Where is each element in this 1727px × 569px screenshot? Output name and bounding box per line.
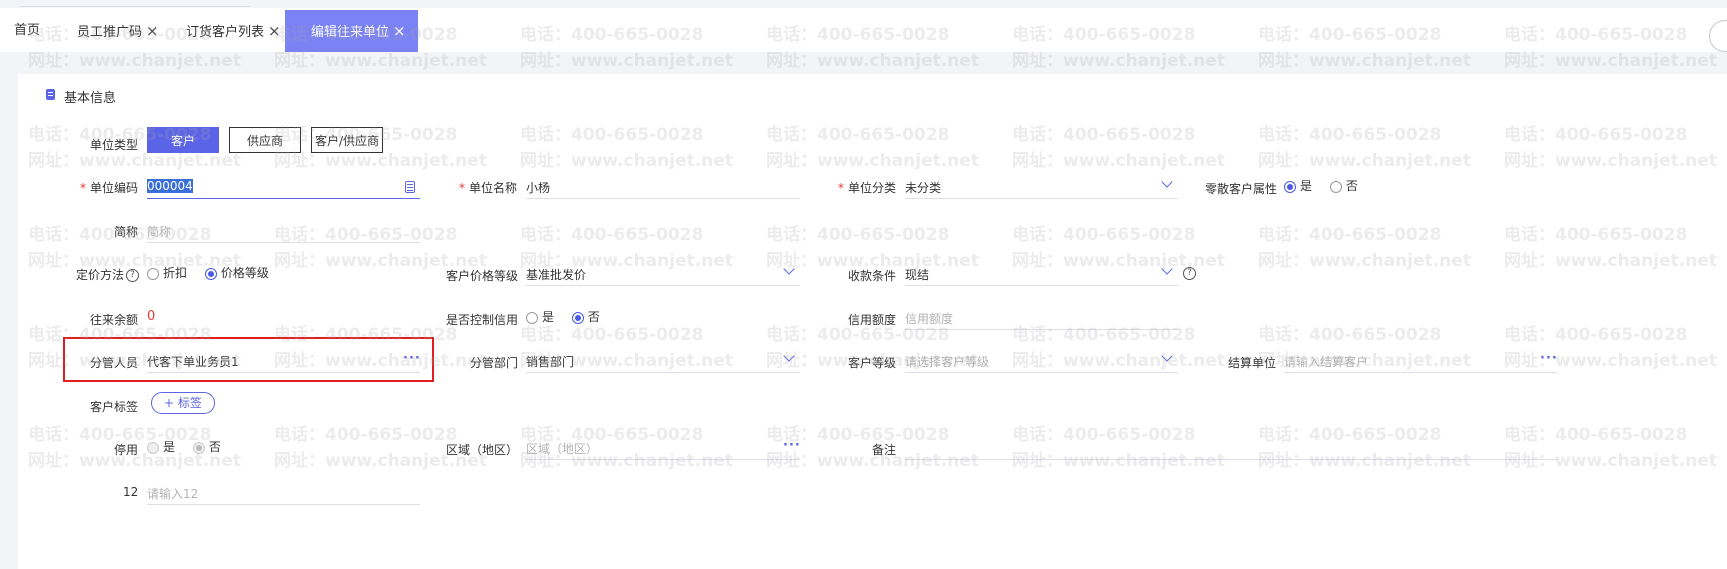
radio-checked-icon[interactable] [204,267,217,280]
pricing-method-label: 定价方法? [76,266,140,283]
search-underline [20,0,250,7]
unit-name-input[interactable]: 小杨 [526,179,550,196]
disabled-no[interactable]: 否 [192,438,221,455]
radio-icon[interactable] [147,267,159,280]
retail-attr-no[interactable]: 否 [1329,177,1358,194]
highlight-box [63,337,434,382]
field12-label: 12 [123,485,139,499]
balance-value: 0 [147,309,156,324]
radio-checked-icon[interactable] [1284,180,1296,193]
credit-limit-input[interactable]: 信用额度 [905,310,953,327]
short-name-input[interactable]: 简称 [147,223,171,240]
help-icon[interactable]: ? [1183,267,1196,280]
customer-tag-label: 客户标签 [90,400,139,414]
unit-type-customer-button[interactable]: 客户 [147,127,219,153]
retail-attr-label: 零散客户属性 [1205,182,1278,196]
unit-category-underline [905,198,1178,199]
add-tag-button[interactable]: + 标签 [151,392,215,414]
tab-home[interactable]: 首页 [14,10,40,52]
top-strip [0,0,1727,8]
region-input[interactable]: 区域（地区） [526,440,598,457]
tab-order-customer-list[interactable]: 订货客户列表 × [186,10,281,52]
settlement-unit-label: 结算单位 [1228,356,1277,370]
pricing-method-discount[interactable]: 折扣 [147,264,187,281]
tab-bar: 首页 员工推广码 × 订货客户列表 × 编辑往来单位 × [0,8,1727,52]
avatar[interactable] [1709,20,1727,52]
more-icon[interactable]: ··· [1540,351,1558,366]
short-name-underline [147,242,420,243]
customer-level-underline [905,372,1178,373]
document-icon [46,89,55,100]
help-icon[interactable]: ? [126,269,140,282]
credit-control-label: 是否控制信用 [446,313,519,327]
field12-underline [147,504,420,505]
radio-icon[interactable] [147,441,159,454]
payment-terms-underline [905,285,1178,286]
payment-terms-label: 收款条件 [848,269,897,283]
credit-control-yes[interactable]: 是 [526,308,554,325]
short-name-label: 简称 [114,225,139,239]
payment-help: ? [1181,266,1196,280]
customer-level-select[interactable]: 请选择客户等级 [905,353,989,370]
radio-icon[interactable] [1329,180,1342,193]
credit-limit-label: 信用额度 [848,313,897,327]
tab-label: 首页 [14,23,41,38]
price-level-underline [526,285,800,286]
department-underline [526,372,800,373]
field12-input[interactable]: 请输入12 [147,485,198,502]
close-icon[interactable]: × [146,22,159,40]
disabled-yes[interactable]: 是 [147,438,175,455]
tab-label: 订货客户列表 [186,25,265,40]
retail-attr-yes[interactable]: 是 [1284,177,1312,194]
radio-checked-icon[interactable] [192,441,205,454]
price-level-label: 客户价格等级 [446,269,519,283]
region-underline [526,459,800,460]
unit-name-label: * 单位名称 [459,181,518,195]
price-level-select[interactable]: 基准批发价 [526,266,586,283]
region-label: 区域（地区） [446,443,519,457]
settlement-unit-underline [1284,372,1557,373]
unit-category-select[interactable]: 未分类 [905,179,941,196]
retail-attr-radio-group: 是 否 [1284,177,1372,194]
unit-category-label: * 单位分类 [838,181,897,195]
unit-code-label: * 单位编码 [80,181,139,195]
remark-label: 备注 [872,443,897,457]
radio-checked-icon[interactable] [571,311,584,324]
radio-icon[interactable] [526,311,538,324]
tab-employee-promo-code[interactable]: 员工推广码 × [77,10,159,52]
settlement-unit-input[interactable]: 请输入结算客户 [1284,353,1368,370]
credit-limit-underline [905,329,1178,330]
pricing-method-price-level[interactable]: 价格等级 [204,264,269,281]
unit-code-underline [147,198,420,199]
customer-level-label: 客户等级 [848,356,897,370]
credit-control-no[interactable]: 否 [571,308,600,325]
disabled-label: 停用 [114,443,139,457]
disabled-radio-group: 是 否 [147,438,235,455]
department-select[interactable]: 销售部门 [526,353,574,370]
remark-underline[interactable] [905,459,1557,460]
unit-code-input[interactable]: 000004 [147,179,193,193]
close-icon[interactable]: × [268,22,281,40]
section-title: 基本信息 [64,91,117,106]
balance-label: 往来余额 [90,313,139,327]
unit-name-underline [526,198,800,199]
tab-label: 编辑往来单位 [311,25,390,40]
tab-label: 员工推广码 [77,25,143,40]
auto-code-icon[interactable] [405,181,415,193]
credit-control-radio-group: 是 否 [526,308,614,325]
department-label: 分管部门 [470,356,519,370]
tab-edit-unit[interactable]: 编辑往来单位 × [285,10,418,52]
pricing-method-radio-group: 折扣 价格等级 [147,264,283,281]
unit-type-supplier-button[interactable]: 供应商 [229,127,301,153]
close-icon[interactable]: × [393,22,406,40]
payment-terms-select[interactable]: 现结 [905,266,929,283]
unit-type-label: 单位类型 [90,138,139,152]
more-icon[interactable]: ··· [783,438,801,453]
unit-type-both-button[interactable]: 客户/供应商 [311,127,383,153]
